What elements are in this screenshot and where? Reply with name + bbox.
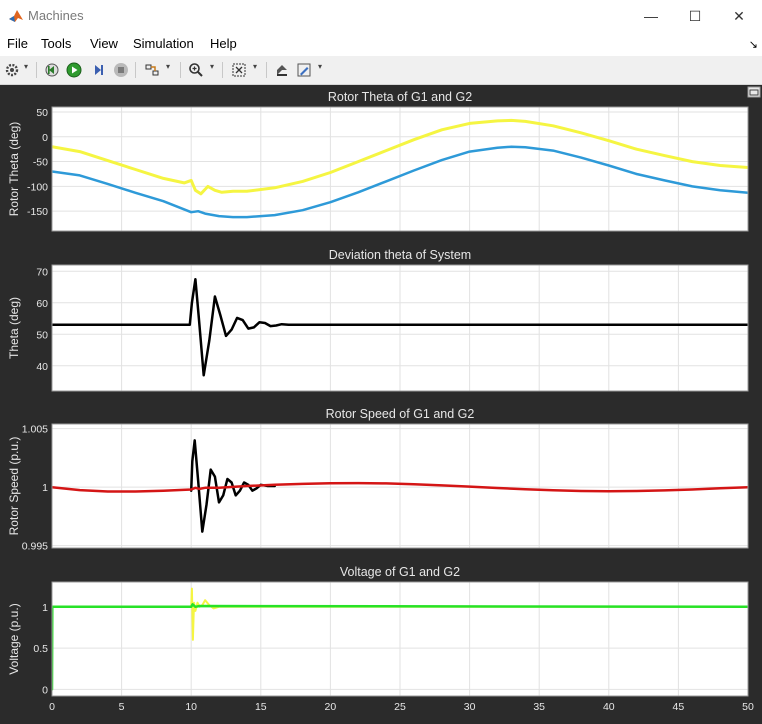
- edit-icon[interactable]: [294, 60, 314, 80]
- y-tick-label: -150: [27, 206, 48, 218]
- y-tick-label: -50: [33, 157, 48, 169]
- x-tick-label: 10: [185, 701, 197, 713]
- toolbar: ▾ ▾ ▾ ▾ ▾: [0, 56, 762, 85]
- y-tick-label: 0: [42, 684, 48, 696]
- y-tick-label: 60: [36, 298, 48, 310]
- chart-panel-2: Deviation theta of System 40 50 60 70 Theta (…: [7, 248, 749, 392]
- minimize-button[interactable]: —: [628, 0, 674, 32]
- x-tick-label: 35: [533, 701, 545, 713]
- undock-arrow-icon[interactable]: ↘: [749, 38, 758, 51]
- maximize-button[interactable]: ☐: [672, 0, 718, 32]
- x-tick-label: 20: [325, 701, 337, 713]
- y-axis-label: Voltage (p.u.): [7, 603, 21, 674]
- x-tick-label: 0: [49, 701, 55, 713]
- run-icon[interactable]: [64, 60, 84, 80]
- x-tick-label: 50: [742, 701, 754, 713]
- y-tick-label: 1: [42, 482, 48, 494]
- toolbar-separator: [222, 62, 223, 78]
- scope-display: Rotor Theta of G1 and G2 -150 -100 -50 0 50 Ro…: [0, 85, 762, 724]
- menu-view[interactable]: View: [90, 36, 118, 51]
- x-tick-label: 40: [603, 701, 615, 713]
- menu-tools[interactable]: Tools: [41, 36, 71, 51]
- x-tick-label: 15: [255, 701, 267, 713]
- zoom-icon[interactable]: [186, 60, 206, 80]
- settings-dropdown-icon[interactable]: ▾: [24, 62, 28, 71]
- y-tick-label: 50: [36, 329, 48, 341]
- y-axis-label: Rotor Speed (p.u.): [7, 437, 21, 536]
- toolbar-separator: [135, 62, 136, 78]
- menu-bar: File Tools View Simulation Help ↘: [0, 32, 762, 56]
- chart-title: Voltage of G1 and G2: [340, 565, 460, 579]
- menu-file[interactable]: File: [7, 36, 28, 51]
- x-tick-label: 5: [119, 701, 125, 713]
- window-title: Machines: [28, 8, 84, 23]
- menu-simulation[interactable]: Simulation: [133, 36, 194, 51]
- y-tick-label: 1: [42, 602, 48, 614]
- menu-help[interactable]: Help: [210, 36, 237, 51]
- signal-icon[interactable]: [142, 60, 162, 80]
- title-bar: Machines — ☐ ✕: [0, 0, 762, 32]
- toolbar-separator: [36, 62, 37, 78]
- y-axis-label: Theta (deg): [7, 297, 21, 359]
- chart-panel-1: Rotor Theta of G1 and G2 -150 -100 -50 0 50 Ro…: [7, 90, 749, 232]
- matlab-icon: [9, 10, 23, 22]
- toolbar-separator: [266, 62, 267, 78]
- y-tick-label: 1.005: [22, 424, 48, 436]
- scope-plots: Rotor Theta of G1 and G2-150-100-50050Ro…: [7, 86, 761, 713]
- rewind-icon[interactable]: [42, 60, 62, 80]
- toolbar-separator: [180, 62, 181, 78]
- y-tick-label: 0: [42, 132, 48, 144]
- chart-panel-3: Rotor Speed of G1 and G2 0.995 1 1.005Rotor…: [7, 407, 749, 553]
- stop-icon[interactable]: [111, 60, 131, 80]
- y-axis-label: Rotor Theta (deg): [7, 122, 21, 217]
- y-tick-label: 70: [36, 266, 48, 278]
- edit-dropdown-icon[interactable]: ▾: [318, 62, 322, 71]
- chart-panel-4: Voltage of G1 and G200.510 5 10 15 20 25 30 35 4…: [7, 565, 754, 713]
- y-tick-label: 50: [36, 107, 48, 119]
- y-tick-label: 0.5: [33, 643, 48, 655]
- gear-icon[interactable]: [2, 60, 22, 80]
- undock-plot-button[interactable]: [747, 86, 761, 98]
- x-tick-label: 25: [394, 701, 406, 713]
- y-tick-label: 40: [36, 361, 48, 373]
- zoom-dropdown-icon[interactable]: ▾: [210, 62, 214, 71]
- chart-title: Rotor Speed of G1 and G2: [326, 407, 475, 421]
- chart-title: Deviation theta of System: [329, 248, 471, 262]
- style-icon[interactable]: [272, 60, 292, 80]
- x-tick-label: 45: [673, 701, 685, 713]
- y-tick-label: 0.995: [22, 541, 48, 553]
- close-button[interactable]: ✕: [716, 0, 762, 32]
- x-tick-label: 30: [464, 701, 476, 713]
- step-forward-icon[interactable]: [88, 60, 108, 80]
- y-tick-label: -100: [27, 181, 48, 193]
- scope-window: Machines — ☐ ✕ File Tools View Simulatio…: [0, 0, 762, 724]
- fit-icon[interactable]: [229, 60, 249, 80]
- signal-dropdown-icon[interactable]: ▾: [166, 62, 170, 71]
- fit-dropdown-icon[interactable]: ▾: [253, 62, 257, 71]
- chart-title: Rotor Theta of G1 and G2: [328, 90, 472, 104]
